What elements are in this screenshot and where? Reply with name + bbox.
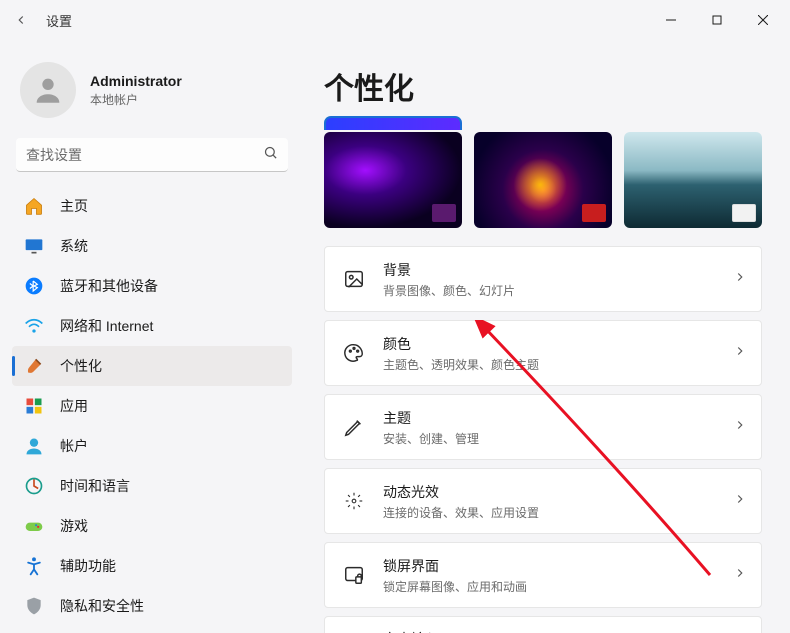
card-lockscreen[interactable]: 锁屏界面 锁定屏幕图像、应用和动画 xyxy=(324,542,762,608)
maximize-icon xyxy=(712,15,722,25)
chevron-right-icon xyxy=(733,418,747,437)
person-icon xyxy=(24,436,44,456)
sparkle-icon xyxy=(343,490,365,512)
close-icon xyxy=(758,15,768,25)
user-block[interactable]: Administrator 本地帐户 xyxy=(12,52,292,138)
sidebar-item-system[interactable]: 系统 xyxy=(12,226,292,266)
card-title: 主题 xyxy=(383,408,479,428)
wifi-icon xyxy=(24,316,44,336)
gamepad-icon xyxy=(24,516,44,536)
sidebar-item-network[interactable]: 网络和 Internet xyxy=(12,306,292,346)
chevron-right-icon xyxy=(733,492,747,511)
lockscreen-icon xyxy=(343,564,365,586)
card-sub: 安装、创建、管理 xyxy=(383,430,479,447)
sidebar-item-accounts[interactable]: 帐户 xyxy=(12,426,292,466)
sidebar-item-label: 网络和 Internet xyxy=(60,316,153,336)
card-title: 动态光效 xyxy=(383,482,539,502)
arrow-left-icon xyxy=(14,13,28,27)
pen-icon xyxy=(343,416,365,438)
sidebar-item-personalization[interactable]: 个性化 xyxy=(12,346,292,386)
sidebar-item-label: 应用 xyxy=(60,396,88,416)
search-input[interactable] xyxy=(16,138,288,172)
card-sub: 主题色、透明效果、颜色主题 xyxy=(383,356,539,373)
card-themes[interactable]: 主题 安装、创建、管理 xyxy=(324,394,762,460)
user-name: Administrator xyxy=(90,73,182,89)
monitor-icon xyxy=(24,236,44,256)
sidebar-item-label: 辅助功能 xyxy=(60,556,116,576)
card-colors[interactable]: 颜色 主题色、透明效果、颜色主题 xyxy=(324,320,762,386)
theme-thumbnail[interactable] xyxy=(324,132,462,228)
card-sub: 锁定屏幕图像、应用和动画 xyxy=(383,578,527,595)
app-title: 设置 xyxy=(46,11,72,30)
sidebar-item-label: 时间和语言 xyxy=(60,476,130,496)
sidebar-item-label: 个性化 xyxy=(60,356,102,376)
close-button[interactable] xyxy=(740,0,786,40)
palette-icon xyxy=(343,342,365,364)
back-button[interactable] xyxy=(4,3,38,37)
maximize-button[interactable] xyxy=(694,0,740,40)
shield-icon xyxy=(24,596,44,616)
titlebar: 设置 xyxy=(0,0,790,40)
sidebar: Administrator 本地帐户 主页 系统 xyxy=(0,40,300,633)
card-dynamic-lighting[interactable]: 动态光效 连接的设备、效果、应用设置 xyxy=(324,468,762,534)
chevron-right-icon xyxy=(733,630,747,633)
theme-thumbnail[interactable] xyxy=(474,132,612,228)
keyboard-icon xyxy=(343,628,365,633)
card-title: 锁屏界面 xyxy=(383,556,527,576)
sidebar-item-gaming[interactable]: 游戏 xyxy=(12,506,292,546)
sidebar-item-label: 游戏 xyxy=(60,516,88,536)
sidebar-item-label: 系统 xyxy=(60,236,88,256)
card-title: 背景 xyxy=(383,260,515,280)
sidebar-item-time-language[interactable]: 时间和语言 xyxy=(12,466,292,506)
sidebar-item-apps[interactable]: 应用 xyxy=(12,386,292,426)
search-icon xyxy=(263,145,278,165)
sidebar-item-privacy[interactable]: 隐私和安全性 xyxy=(12,586,292,626)
sidebar-item-label: 帐户 xyxy=(60,436,88,456)
card-sub: 连接的设备、效果、应用设置 xyxy=(383,504,539,521)
page-title: 个性化 xyxy=(324,64,762,108)
home-icon xyxy=(24,196,44,216)
avatar xyxy=(20,62,76,118)
brush-icon xyxy=(24,356,44,376)
sidebar-item-label: 蓝牙和其他设备 xyxy=(60,276,158,296)
minimize-icon xyxy=(666,15,676,25)
image-icon xyxy=(343,268,365,290)
sidebar-item-bluetooth[interactable]: 蓝牙和其他设备 xyxy=(12,266,292,306)
theme-thumbnail[interactable] xyxy=(624,132,762,228)
card-title: 颜色 xyxy=(383,334,539,354)
card-title: 文本输入 xyxy=(383,629,439,633)
chevron-right-icon xyxy=(733,270,747,289)
accessibility-icon xyxy=(24,556,44,576)
chevron-right-icon xyxy=(733,566,747,585)
chevron-right-icon xyxy=(733,344,747,363)
globe-clock-icon xyxy=(24,476,44,496)
user-account-type: 本地帐户 xyxy=(90,91,182,108)
bluetooth-icon xyxy=(24,276,44,296)
theme-selected-edge xyxy=(324,116,762,130)
user-icon xyxy=(31,73,65,107)
content-area: 个性化 背景 背景图像、颜色、幻灯片 颜色 主题色、透明 xyxy=(300,40,790,633)
card-sub: 背景图像、颜色、幻灯片 xyxy=(383,282,515,299)
sidebar-item-label: 隐私和安全性 xyxy=(60,596,144,616)
sidebar-item-home[interactable]: 主页 xyxy=(12,186,292,226)
apps-icon xyxy=(24,396,44,416)
sidebar-item-accessibility[interactable]: 辅助功能 xyxy=(12,546,292,586)
card-text-input[interactable]: 文本输入 xyxy=(324,616,762,633)
minimize-button[interactable] xyxy=(648,0,694,40)
sidebar-item-label: 主页 xyxy=(60,196,88,216)
card-background[interactable]: 背景 背景图像、颜色、幻灯片 xyxy=(324,246,762,312)
